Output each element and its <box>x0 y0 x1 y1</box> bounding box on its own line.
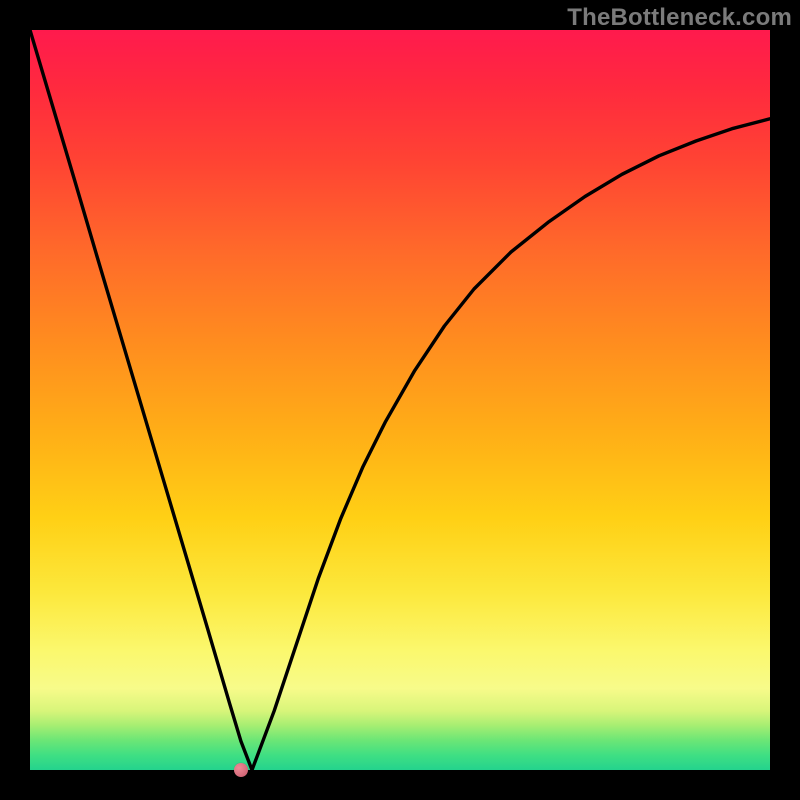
bottleneck-curve <box>30 30 770 770</box>
watermark-text: TheBottleneck.com <box>567 4 792 32</box>
curve-svg <box>30 30 770 770</box>
marker-dot <box>234 763 248 777</box>
plot-area <box>30 30 770 770</box>
chart-frame: TheBottleneck.com <box>0 0 800 800</box>
